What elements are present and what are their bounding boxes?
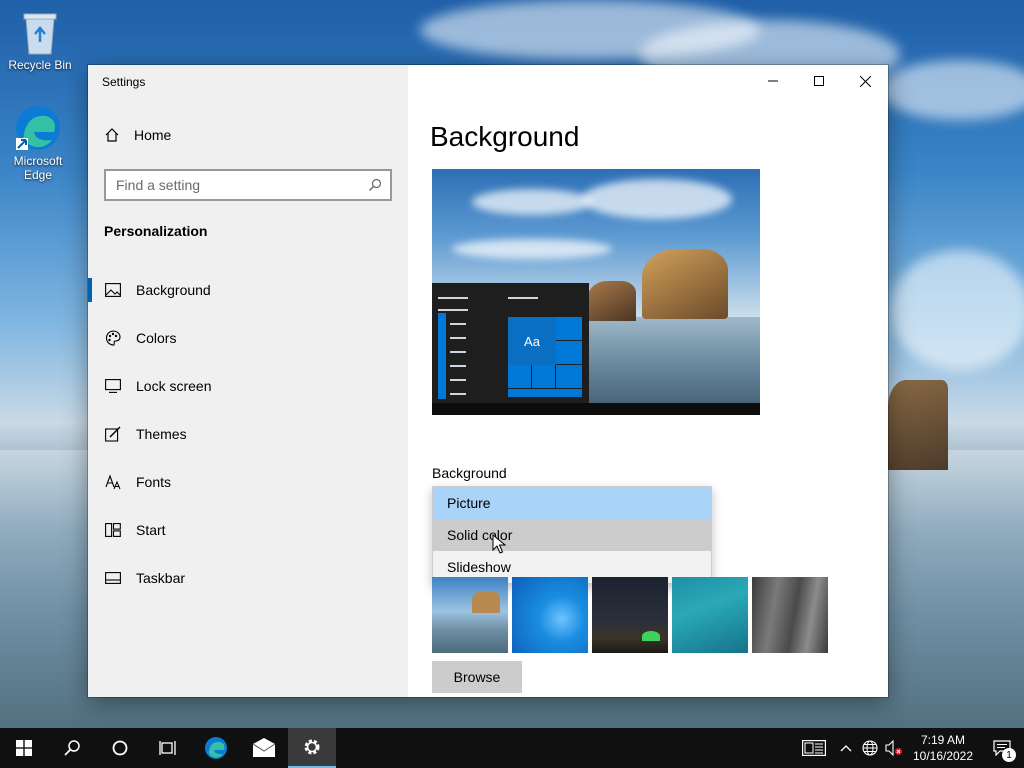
recent-image-2[interactable] xyxy=(512,577,588,653)
sidebar-item-fonts[interactable]: Fonts xyxy=(88,458,408,506)
notification-badge: 1 xyxy=(1002,748,1016,762)
home-icon xyxy=(105,128,119,142)
background-preview: Aa xyxy=(432,169,760,415)
recycle-bin-icon xyxy=(23,13,57,55)
background-type-label: Background xyxy=(432,465,507,481)
cortana-button[interactable] xyxy=(96,728,144,768)
background-type-dropdown[interactable]: Picture Solid color Slideshow xyxy=(432,486,712,584)
show-hidden-icons-button[interactable] xyxy=(834,728,858,768)
main-content: Background Aa Background Picture Solid c… xyxy=(408,65,888,697)
dropdown-option-solid-color[interactable]: Solid color xyxy=(433,519,711,551)
home-label: Home xyxy=(134,127,172,143)
sidebar-item-colors[interactable]: Colors xyxy=(88,314,408,362)
taskbar-edge-button[interactable] xyxy=(192,728,240,768)
cortana-icon xyxy=(112,740,128,756)
taskbar-mail-button[interactable] xyxy=(240,728,288,768)
sidebar-item-background[interactable]: Background xyxy=(88,266,408,314)
system-tray: 7:19 AM 10/16/2022 1 xyxy=(794,728,1024,768)
news-icon xyxy=(802,740,826,756)
sidebar: Settings Home Personalization Background xyxy=(88,65,408,697)
clock-time: 7:19 AM xyxy=(920,733,966,747)
preview-start-menu: Aa xyxy=(432,283,589,403)
volume-muted-icon xyxy=(885,740,902,756)
network-tray-button[interactable] xyxy=(858,728,882,768)
taskbar-settings-button[interactable] xyxy=(288,728,336,768)
search-icon[interactable] xyxy=(368,178,382,192)
window-title: Settings xyxy=(102,75,146,89)
search-icon xyxy=(64,740,80,756)
start-button[interactable] xyxy=(0,728,48,768)
recent-image-4[interactable] xyxy=(672,577,748,653)
preview-tile-label: Aa xyxy=(508,317,556,365)
themes-icon xyxy=(104,425,122,443)
sidebar-item-label: Fonts xyxy=(136,474,172,490)
gear-icon xyxy=(304,739,320,755)
recent-images xyxy=(432,577,828,653)
edge-icon xyxy=(205,737,227,759)
palette-icon xyxy=(104,329,122,347)
browse-button[interactable]: Browse xyxy=(432,661,522,693)
mail-icon xyxy=(252,738,276,757)
network-globe-icon xyxy=(862,740,878,756)
chevron-up-icon xyxy=(840,745,852,752)
sidebar-item-themes[interactable]: Themes xyxy=(88,410,408,458)
recycle-bin-label: Recycle Bin xyxy=(8,58,72,72)
notifications-button[interactable]: 1 xyxy=(980,728,1024,768)
settings-window: Settings Home Personalization Background xyxy=(88,65,888,697)
taskbar: 7:19 AM 10/16/2022 1 xyxy=(0,728,1024,768)
sidebar-item-label: Start xyxy=(136,522,166,538)
edge-icon xyxy=(16,106,60,150)
search-taskbar-button[interactable] xyxy=(48,728,96,768)
desktop-icon-recycle-bin[interactable]: Recycle Bin xyxy=(2,8,78,72)
sidebar-item-label: Lock screen xyxy=(136,378,212,394)
lock-screen-icon xyxy=(104,377,122,395)
section-heading: Personalization xyxy=(104,223,208,239)
taskbar-icon xyxy=(104,569,122,587)
sidebar-item-label: Colors xyxy=(136,330,177,346)
task-view-icon xyxy=(159,741,176,755)
sidebar-item-label: Taskbar xyxy=(136,570,186,586)
sidebar-item-label: Background xyxy=(136,282,211,298)
search-box[interactable] xyxy=(104,169,392,201)
fonts-icon xyxy=(104,473,122,491)
edge-label: Microsoft Edge xyxy=(13,154,63,182)
start-icon xyxy=(104,521,122,539)
picture-icon xyxy=(104,281,122,299)
nav-list: Background Colors Lock screen Themes Fon… xyxy=(88,266,408,602)
windows-logo-icon xyxy=(16,740,32,756)
sidebar-item-label: Themes xyxy=(136,426,187,442)
home-nav[interactable]: Home xyxy=(104,127,171,143)
recent-image-1[interactable] xyxy=(432,577,508,653)
mouse-cursor-icon xyxy=(492,534,506,554)
clock-date: 10/16/2022 xyxy=(912,749,974,763)
desktop-icon-edge[interactable]: Microsoft Edge xyxy=(0,104,76,182)
sidebar-item-start[interactable]: Start xyxy=(88,506,408,554)
task-view-button[interactable] xyxy=(144,728,192,768)
recent-image-3[interactable] xyxy=(592,577,668,653)
news-tray-button[interactable] xyxy=(794,728,834,768)
page-title: Background xyxy=(430,121,580,152)
volume-tray-button[interactable] xyxy=(882,728,906,768)
dropdown-option-picture[interactable]: Picture xyxy=(433,487,711,519)
sidebar-item-taskbar[interactable]: Taskbar xyxy=(88,554,408,602)
clock[interactable]: 7:19 AM 10/16/2022 xyxy=(906,732,980,764)
recent-image-5[interactable] xyxy=(752,577,828,653)
sidebar-item-lock-screen[interactable]: Lock screen xyxy=(88,362,408,410)
search-input[interactable] xyxy=(116,177,356,193)
